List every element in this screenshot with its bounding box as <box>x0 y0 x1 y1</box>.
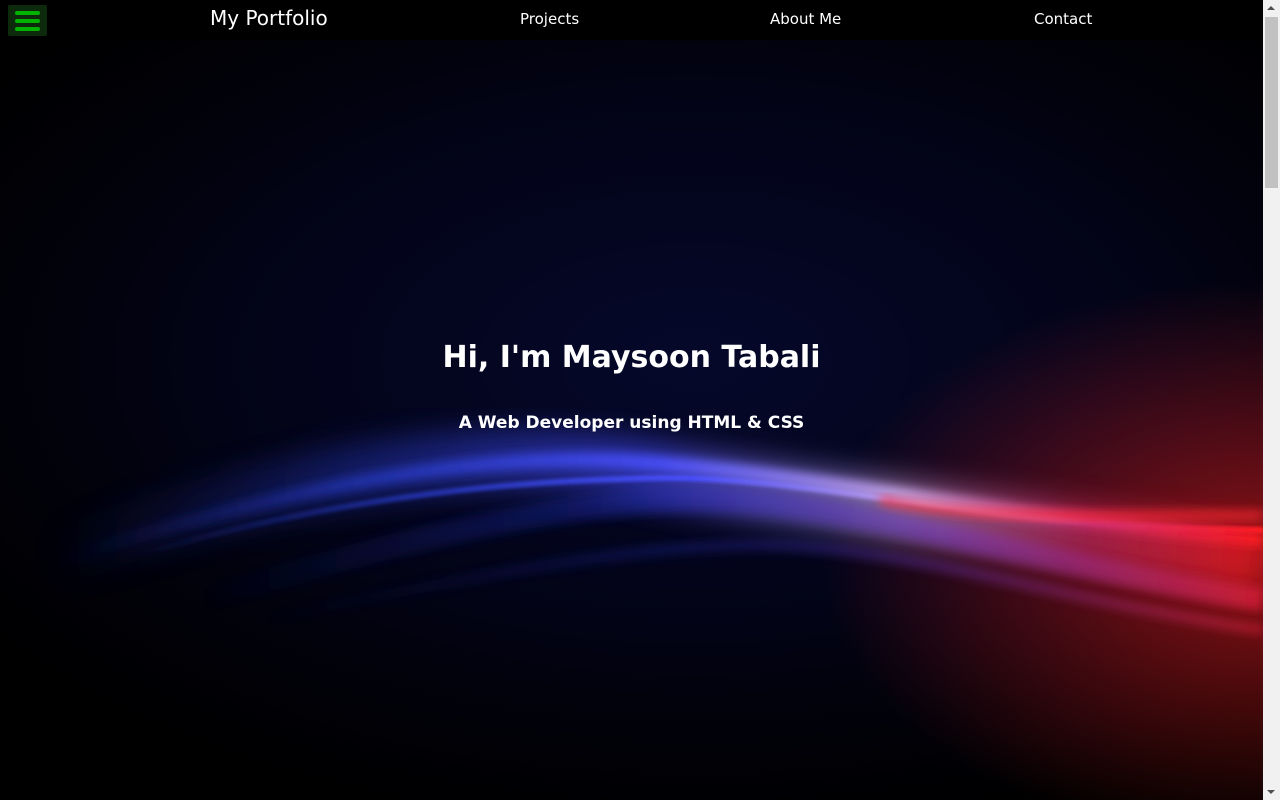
hero-subtitle: A Web Developer using HTML & CSS <box>458 413 805 433</box>
nav-link-contact[interactable]: Contact <box>1034 10 1092 28</box>
scroll-down-arrow-icon[interactable] <box>1263 783 1280 800</box>
nav-link-about-me[interactable]: About Me <box>770 10 841 28</box>
page-viewport: My Portfolio Projects About Me Contact H… <box>0 0 1263 800</box>
scroll-up-arrow-icon[interactable] <box>1263 0 1280 17</box>
hamburger-menu-icon[interactable] <box>8 5 47 36</box>
hero-wave-background <box>0 0 1263 800</box>
menu-bar-bottom <box>15 27 40 31</box>
nav-link-projects[interactable]: Projects <box>520 10 579 28</box>
top-navbar: My Portfolio Projects About Me Contact <box>0 0 1263 40</box>
brand-link[interactable]: My Portfolio <box>210 6 328 30</box>
menu-bar-top <box>15 11 40 15</box>
scrollbar-thumb[interactable] <box>1265 17 1278 188</box>
hero-title: Hi, I'm Maysoon Tabali <box>442 340 821 375</box>
vertical-scrollbar[interactable] <box>1263 0 1280 800</box>
menu-bar-middle <box>15 19 40 23</box>
